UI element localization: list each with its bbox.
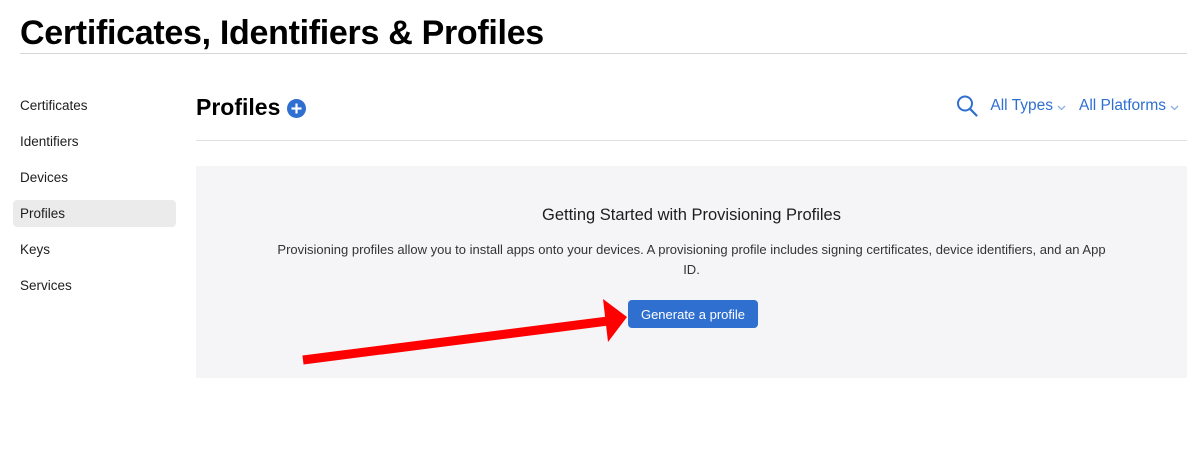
search-button[interactable] <box>956 94 978 118</box>
title-divider <box>20 53 1187 54</box>
sidebar-item-devices[interactable]: Devices <box>13 164 176 191</box>
platforms-filter-label: All Platforms <box>1079 97 1166 114</box>
filter-bar: All Types All Platforms <box>956 94 1179 118</box>
chevron-down-icon <box>1057 105 1066 110</box>
section-title: Profiles <box>196 93 281 120</box>
generate-profile-button[interactable]: Generate a profile <box>628 300 758 328</box>
getting-started-panel: Getting Started with Provisioning Profil… <box>196 166 1187 378</box>
page-title: Certificates, Identifiers & Profiles <box>20 14 544 52</box>
sidebar-item-certificates[interactable]: Certificates <box>13 92 176 119</box>
sidebar-item-services[interactable]: Services <box>13 272 176 299</box>
add-profile-button[interactable] <box>287 98 307 118</box>
types-filter-dropdown[interactable]: All Types <box>990 97 1066 115</box>
section-header: Profiles <box>196 91 307 123</box>
section-divider <box>196 140 1187 141</box>
sidebar-item-keys[interactable]: Keys <box>13 236 176 263</box>
sidebar-item-profiles[interactable]: Profiles <box>13 200 176 227</box>
chevron-down-icon <box>1170 105 1179 110</box>
getting-started-description: Provisioning profiles allow you to insta… <box>277 242 1106 277</box>
getting-started-title: Getting Started with Provisioning Profil… <box>542 206 841 224</box>
sidebar: Certificates Identifiers Devices Profile… <box>13 92 176 308</box>
search-icon <box>957 95 978 117</box>
plus-icon <box>291 103 302 113</box>
sidebar-item-identifiers[interactable]: Identifiers <box>13 128 176 155</box>
types-filter-label: All Types <box>990 97 1053 114</box>
platforms-filter-dropdown[interactable]: All Platforms <box>1079 97 1179 115</box>
